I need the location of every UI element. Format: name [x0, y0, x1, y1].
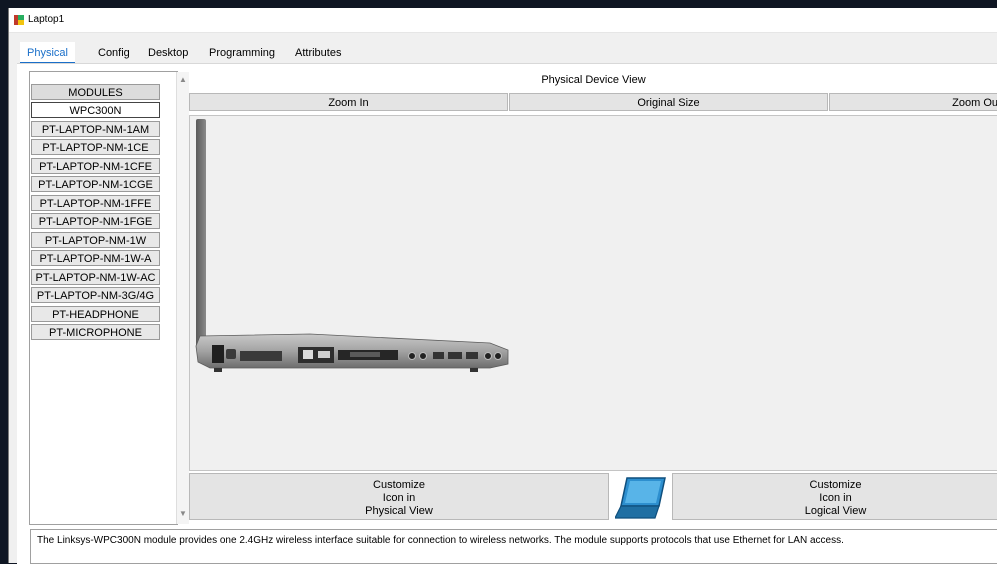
device-window: Laptop1 Physical Config Desktop Programm… — [8, 8, 997, 564]
tab-bar: Physical Config Desktop Programming Attr… — [17, 42, 997, 65]
tab-programming[interactable]: Programming — [209, 42, 275, 64]
module-item[interactable]: PT-LAPTOP-NM-1FFE — [31, 195, 160, 211]
tab-physical[interactable]: Physical — [20, 42, 75, 65]
modules-list[interactable]: MODULES WPC300N PT-LAPTOP-NM-1AM PT-LAPT… — [29, 71, 189, 525]
original-size-button[interactable]: Original Size — [509, 93, 828, 111]
scroll-down-icon[interactable]: ▼ — [178, 508, 188, 520]
physical-device-view-title: Physical Device View — [541, 74, 646, 86]
module-item[interactable]: WPC300N — [31, 102, 160, 118]
zoom-in-button[interactable]: Zoom In — [189, 93, 508, 111]
module-item[interactable]: PT-LAPTOP-NM-1W-AC — [31, 269, 160, 285]
zoom-out-button[interactable]: Zoom Ou — [829, 93, 997, 111]
module-item[interactable]: PT-LAPTOP-NM-3G/4G — [31, 287, 160, 303]
module-item[interactable]: PT-LAPTOP-NM-1W — [31, 232, 160, 248]
tab-desktop[interactable]: Desktop — [148, 42, 188, 64]
scroll-up-icon[interactable]: ▲ — [178, 74, 188, 86]
physical-view-canvas[interactable] — [189, 115, 997, 471]
customize-physical-line2: Icon in — [382, 492, 416, 504]
module-item[interactable]: PT-LAPTOP-NM-1W-A — [31, 250, 160, 266]
module-item[interactable]: PT-LAPTOP-NM-1CE — [31, 139, 160, 155]
module-description: The Linksys-WPC300N module provides one … — [30, 529, 997, 564]
customize-physical-line3: Physical View — [365, 505, 433, 517]
customize-physical-icon-button[interactable]: Customize Icon in Physical View — [189, 473, 609, 520]
laptop-app-icon — [14, 15, 24, 25]
modules-header: MODULES — [31, 84, 160, 100]
laptop-side-image — [195, 119, 509, 372]
physical-panel: MODULES WPC300N PT-LAPTOP-NM-1AM PT-LAPT… — [17, 63, 997, 564]
customize-physical-line1: Customize — [373, 479, 425, 491]
tab-config[interactable]: Config — [98, 42, 130, 64]
module-item[interactable]: PT-LAPTOP-NM-1FGE — [31, 213, 160, 229]
customize-logical-line2: Icon in — [819, 492, 852, 504]
module-item[interactable]: PT-LAPTOP-NM-1AM — [31, 121, 160, 137]
customize-logical-line1: Customize — [809, 479, 862, 491]
module-item[interactable]: PT-LAPTOP-NM-1CFE — [31, 158, 160, 174]
customize-logical-line3: Logical View — [804, 505, 867, 517]
customize-logical-icon-button[interactable]: Customize Icon in Logical View — [672, 473, 997, 520]
module-item[interactable]: PT-MICROPHONE — [31, 324, 160, 340]
window-title: Laptop1 — [28, 14, 65, 25]
modules-scrollbar[interactable]: ▲ ▼ — [176, 72, 189, 524]
title-bar: Laptop1 — [9, 8, 997, 33]
module-item[interactable]: PT-HEADPHONE — [31, 306, 160, 322]
module-item[interactable]: PT-LAPTOP-NM-1CGE — [31, 176, 160, 192]
tab-attributes[interactable]: Attributes — [295, 42, 341, 64]
laptop-logical-icon — [615, 477, 666, 519]
